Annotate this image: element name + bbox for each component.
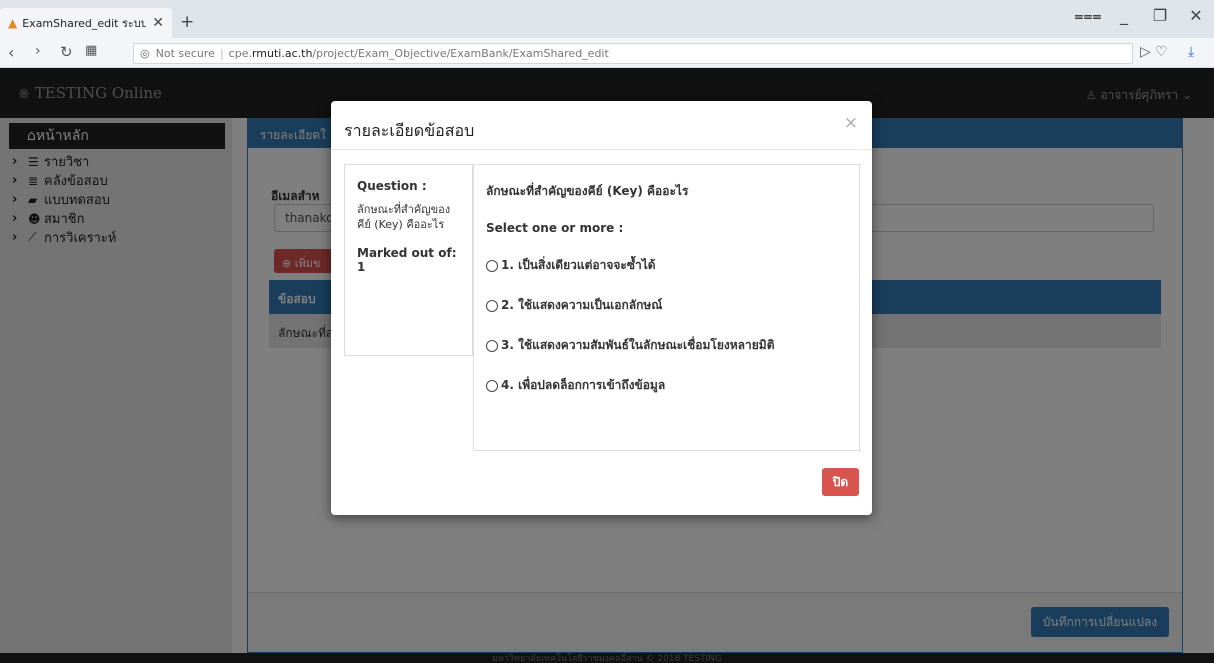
select-instruction: Select one or more :	[486, 221, 624, 235]
minimize-icon[interactable]: _	[1106, 6, 1142, 26]
url-prefix: cpe.	[228, 47, 252, 60]
radio-button[interactable]	[486, 299, 498, 312]
send-icon[interactable]: ▷	[1140, 44, 1151, 60]
download-icon[interactable]: ⤓	[1188, 44, 1194, 60]
marked-out-of: Marked out of: 1	[357, 246, 457, 274]
answer-option-label: 1. เป็นสิ่งเดียวแต่อาจจะซ้ำได้	[501, 258, 656, 272]
heart-icon[interactable]: ♡	[1155, 44, 1168, 60]
reload-icon[interactable]: ↻	[60, 43, 73, 61]
restore-icon[interactable]: ❐	[1142, 6, 1178, 26]
radio-button[interactable]	[486, 259, 498, 272]
tab-close-icon[interactable]: ✕	[152, 15, 164, 31]
question-text: ลักษณะที่สำคัญของคีย์ (Key) คืออะไร	[486, 184, 689, 198]
radio-button[interactable]	[486, 339, 498, 352]
answer-option[interactable]: 3. ใช้แสดงความสัมพันธ์ในลักษณะเชื่อมโยงห…	[486, 336, 847, 355]
back-icon[interactable]: ‹	[8, 43, 14, 62]
globe-icon: ◎	[140, 47, 150, 60]
url-separator: |	[219, 47, 224, 60]
address-bar: ‹ › ↻ ▦ ◎ Not secure | cpe. rmuti.ac.th/p…	[0, 38, 1214, 68]
tab-title: ExamShared_edit ระบบวิเคร	[22, 17, 147, 30]
security-label: Not secure	[155, 47, 215, 60]
answer-option-label: 2. ใช้แสดงความเป็นเอกลักษณ์	[501, 298, 663, 312]
question-detail-modal: รายละเอียดข้อสอบ × Question : ลักษณะที่ส…	[331, 101, 872, 515]
radio-button[interactable]	[486, 379, 498, 392]
window-controls: ⩶ _ ❐ ✕	[1070, 6, 1214, 26]
answer-option[interactable]: 2. ใช้แสดงความเป็นเอกลักษณ์	[486, 296, 847, 315]
answer-option[interactable]: 1. เป็นสิ่งเดียวแต่อาจจะซ้ำได้	[486, 256, 847, 275]
divider	[331, 149, 872, 150]
forward-icon[interactable]: ›	[35, 43, 41, 59]
answer-option-label: 4. เพื่อปลดล็อกการเข้าถึงข้อมูล	[501, 378, 666, 392]
answer-option[interactable]: 4. เพื่อปลดล็อกการเข้าถึงข้อมูล	[486, 376, 847, 395]
url-host: rmuti.ac.th	[251, 47, 313, 60]
modal-title: รายละเอียดข้อสอบ	[344, 121, 475, 140]
tab-list-icon[interactable]: ⩶	[1070, 6, 1106, 26]
new-tab-button[interactable]: +	[180, 12, 194, 32]
favicon-icon: ▲	[8, 16, 18, 30]
url-field[interactable]: ◎ Not secure | cpe. rmuti.ac.th/project/E…	[133, 43, 1133, 64]
question-info-text: ลักษณะที่สำคัญของคีย์ (Key) คืออะไร	[357, 203, 451, 231]
browser-tab-bar: ▲ ExamShared_edit ระบบวิเคร ✕ + ⩶ _ ❐ ✕	[0, 0, 1214, 38]
url-path: /project/Exam_Objective/ExamBank/ExamSha…	[312, 47, 609, 60]
close-window-icon[interactable]: ✕	[1178, 6, 1214, 26]
close-icon[interactable]: ×	[844, 113, 858, 133]
question-info-box: Question : ลักษณะที่สำคัญของคีย์ (Key) ค…	[344, 164, 473, 356]
answer-option-label: 3. ใช้แสดงความสัมพันธ์ในลักษณะเชื่อมโยงห…	[501, 338, 775, 352]
question-content: ลักษณะที่สำคัญของคีย์ (Key) คืออะไร Sele…	[473, 164, 860, 451]
browser-tab[interactable]: ▲ ExamShared_edit ระบบวิเคร ✕	[0, 8, 172, 38]
close-button[interactable]: ปิด	[822, 468, 859, 496]
question-label: Question :	[357, 179, 427, 193]
apps-grid-icon[interactable]: ▦	[85, 43, 97, 58]
